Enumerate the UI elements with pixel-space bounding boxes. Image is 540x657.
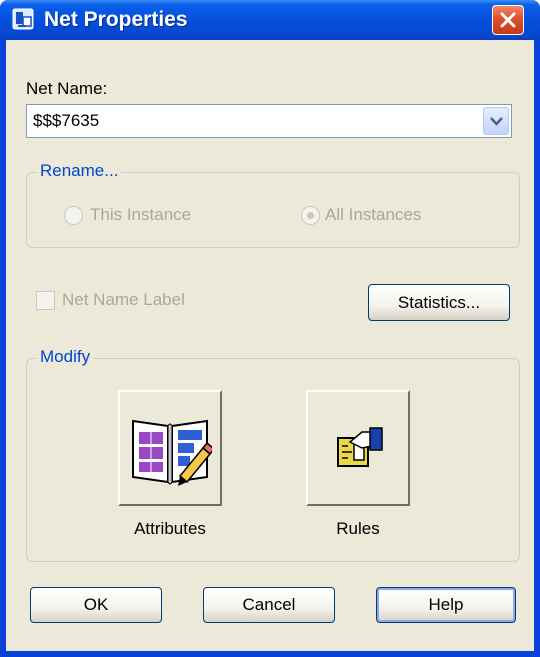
rules-button[interactable] — [306, 390, 410, 506]
all-instances-radio[interactable] — [301, 206, 320, 225]
net-name-label-checkbox-label: Net Name Label — [62, 290, 185, 309]
modify-group-title: Modify — [37, 347, 94, 367]
chevron-down-icon — [490, 117, 503, 126]
window-title: Net Properties — [44, 8, 188, 31]
net-name-label-checkbox[interactable] — [36, 291, 55, 310]
close-button[interactable] — [492, 5, 524, 35]
title-bar[interactable]: Net Properties — [0, 0, 540, 40]
book-pencil-icon — [132, 419, 212, 486]
close-icon — [500, 12, 516, 28]
net-name-label: Net Name: — [26, 79, 108, 98]
this-instance-radio[interactable] — [64, 206, 83, 225]
all-instances-label: All Instances — [325, 205, 422, 224]
radio-selected-dot — [307, 212, 314, 219]
ok-button[interactable]: OK — [30, 587, 162, 623]
statistics-button[interactable]: Statistics... — [368, 284, 510, 321]
hand-ruler-icon — [337, 427, 383, 467]
net-name-combobox[interactable]: $$$7635 — [26, 104, 512, 138]
dialog-body: Net Name: $$$7635 Rename... This Instanc… — [6, 40, 534, 651]
net-name-value[interactable]: $$$7635 — [33, 111, 99, 131]
cancel-button[interactable]: Cancel — [203, 587, 335, 623]
modify-group: Modify — [26, 347, 520, 562]
help-button[interactable]: Help — [376, 587, 516, 623]
rename-group-title: Rename... — [37, 161, 122, 181]
attributes-button[interactable] — [118, 390, 222, 506]
attributes-label: Attributes — [134, 519, 206, 538]
net-name-dropdown-button[interactable] — [483, 107, 509, 135]
this-instance-label: This Instance — [90, 205, 192, 224]
app-icon — [12, 8, 34, 30]
net-properties-window: Net Properties Net Name: $$$7635 Rename.… — [0, 0, 540, 657]
rules-label: Rules — [336, 519, 380, 538]
